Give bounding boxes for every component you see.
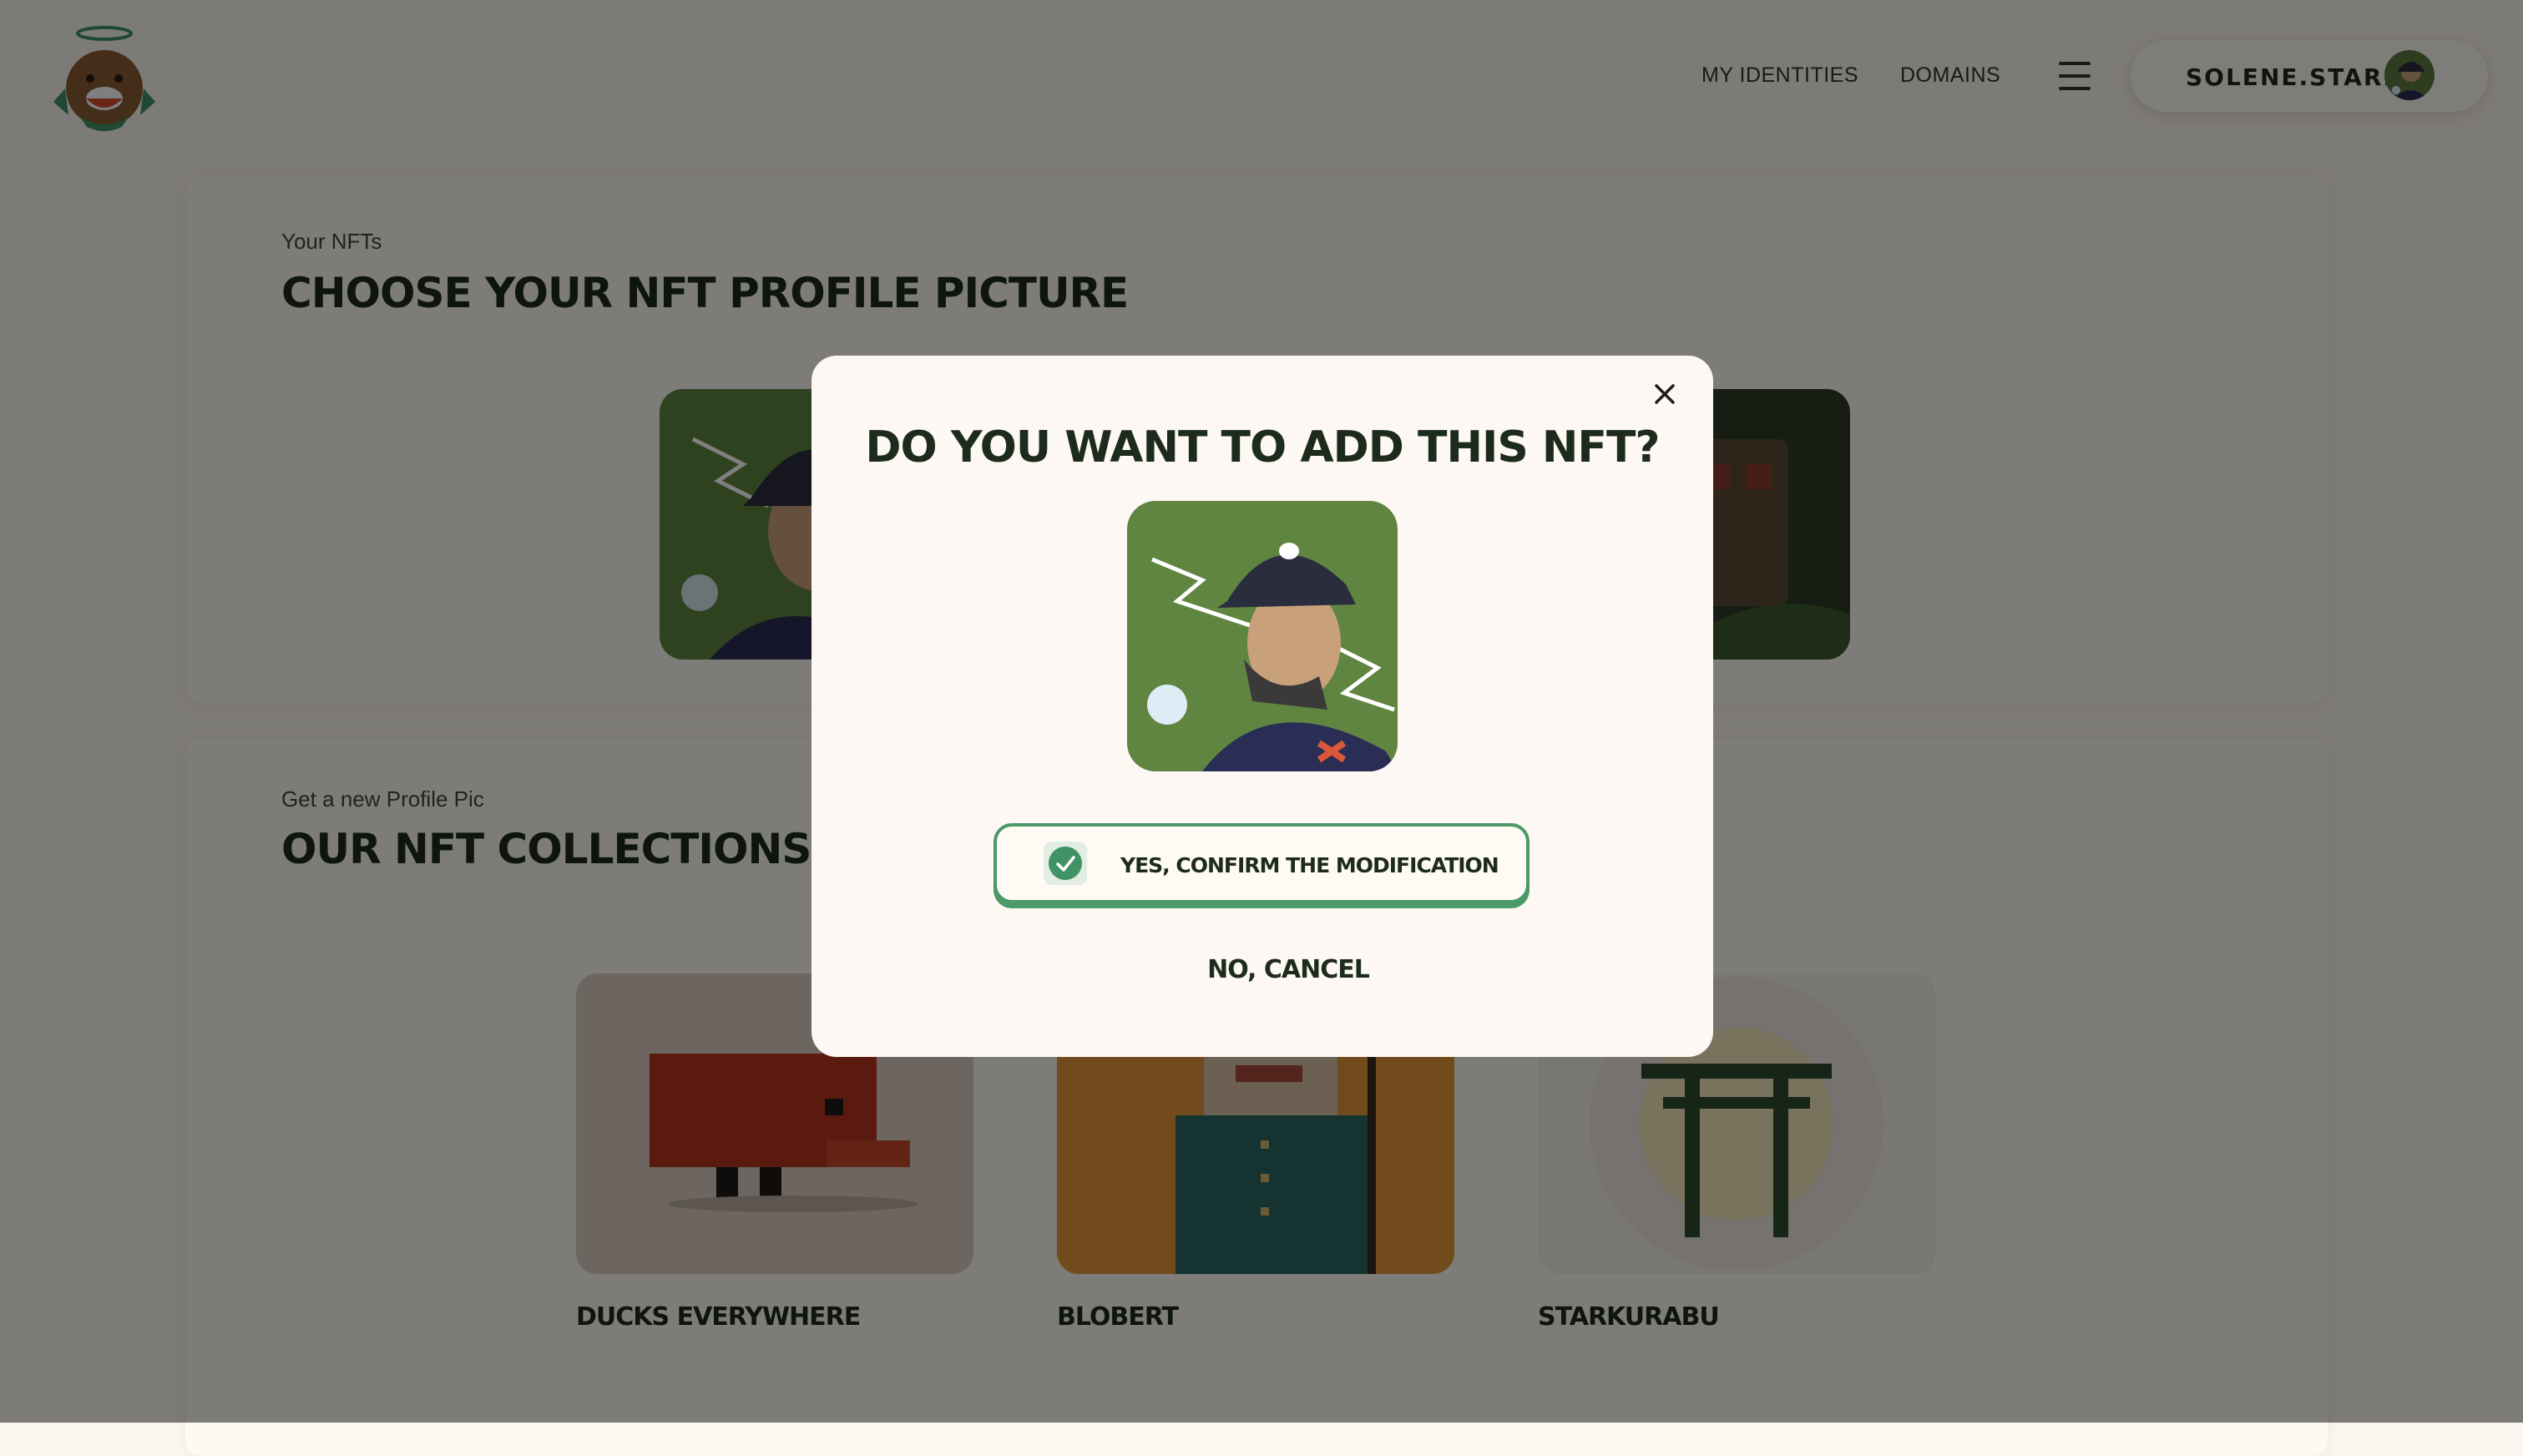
add-nft-modal: DO YOU WANT TO ADD THIS NFT? YES, CONFIR…: [812, 356, 1713, 1057]
confirm-label: YES, CONFIRM THE MODIFICATION: [1120, 853, 1499, 877]
cancel-label: NO, CANCEL: [1207, 955, 1370, 984]
confirm-button[interactable]: YES, CONFIRM THE MODIFICATION: [994, 823, 1529, 903]
selected-nft-image: [1127, 501, 1398, 771]
check-icon: [1049, 847, 1082, 880]
cancel-button[interactable]: NO, CANCEL: [812, 955, 1713, 984]
close-icon[interactable]: [1646, 376, 1683, 412]
modal-title: DO YOU WANT TO ADD THIS NFT?: [865, 422, 1660, 473]
check-badge: [1044, 842, 1087, 885]
